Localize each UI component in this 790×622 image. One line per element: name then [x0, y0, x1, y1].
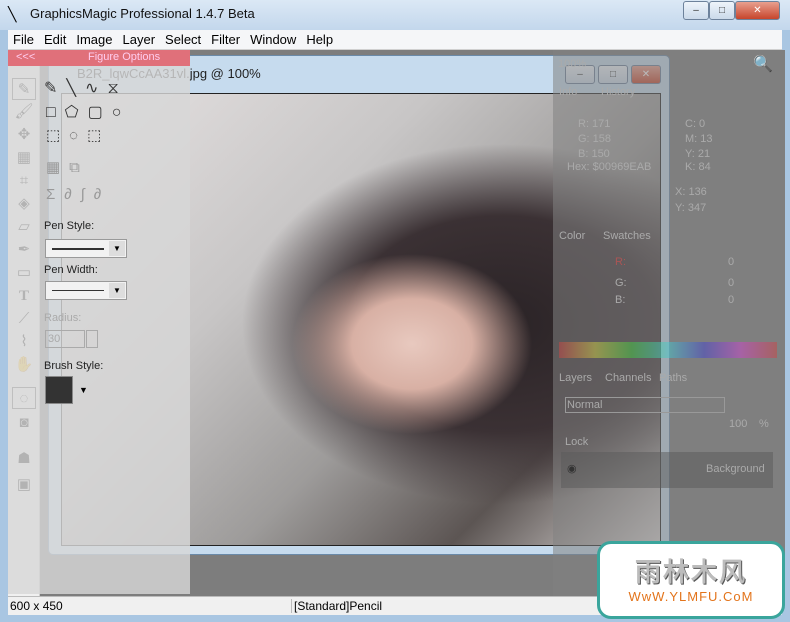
pen-style-label: Pen Style: — [44, 220, 95, 232]
figure-options-title: Figure Options — [88, 51, 161, 63]
zoom-icon[interactable]: 🔍 — [753, 54, 773, 74]
channel-b-label: B: — [615, 294, 626, 306]
blend-mode-select[interactable]: Normal — [565, 397, 725, 413]
pen-width-select[interactable]: ▼ — [45, 281, 127, 300]
lock-label: Lock — [565, 436, 589, 448]
right-panels: 100% 🔍 Info History R: 171 G: 158 B: 150… — [553, 50, 785, 596]
tab-swatches[interactable]: Swatches — [603, 230, 651, 242]
close-button[interactable]: ✕ — [735, 1, 780, 20]
maximize-button[interactable]: □ — [709, 1, 735, 20]
tab-color[interactable]: Color — [559, 230, 585, 242]
window-title: GraphicsMagic Professional 1.4.7 Beta — [30, 6, 255, 21]
channel-r-label: R: — [615, 256, 626, 268]
zoom-value[interactable]: 100% — [558, 58, 586, 70]
info-y: Y: 21 — [685, 148, 711, 160]
tab-info[interactable]: Info — [559, 86, 577, 98]
info-x: X: 136 — [675, 186, 707, 198]
radius-input[interactable]: 30 — [45, 330, 85, 348]
channel-b-value[interactable]: 0 — [728, 294, 734, 306]
watermark-logo: 雨林木风 WwW.YLMFU.CoM — [597, 541, 785, 619]
info-b: B: 150 — [578, 148, 610, 160]
layer-row-background[interactable]: ◉ Background — [561, 452, 773, 488]
info-m: M: 13 — [685, 133, 713, 145]
info-g: G: 158 — [578, 133, 612, 145]
menu-help[interactable]: Help — [301, 30, 338, 49]
pen-style-select[interactable]: ▼ — [45, 239, 127, 258]
tab-paths[interactable]: Paths — [659, 372, 687, 384]
radius-spinner[interactable] — [86, 330, 98, 348]
watermark-url: WwW.YLMFU.CoM — [628, 589, 754, 604]
info-hex: Hex: $00969EAB — [567, 161, 652, 173]
info-r: R: 171 — [578, 118, 611, 130]
figure-tools-row-2[interactable]: □⬠▢○ — [46, 102, 130, 122]
collapse-button[interactable]: <<< — [16, 51, 35, 63]
channel-r-value[interactable]: 0 — [728, 256, 734, 268]
status-image-size: 600 x 450 — [10, 599, 63, 613]
opacity-value[interactable]: 100 — [729, 418, 747, 430]
watermark-text: 雨林木风 — [634, 557, 747, 587]
info-c: C: 0 — [685, 118, 706, 130]
brush-style-swatch[interactable] — [45, 376, 73, 404]
menu-edit[interactable]: Edit — [39, 30, 71, 49]
figure-options-header: <<< Figure Options — [8, 50, 190, 66]
title-bar: ╲ GraphicsMagic Professional 1.4.7 Beta … — [0, 0, 790, 30]
app-icon: ╲ — [8, 6, 17, 22]
menu-window[interactable]: Window — [245, 30, 301, 49]
menu-file[interactable]: File — [8, 30, 39, 49]
status-tool: [Standard]Pencil — [291, 599, 382, 613]
channel-g-value[interactable]: 0 — [728, 277, 734, 289]
layer-name: Background — [706, 463, 765, 475]
menu-select[interactable]: Select — [160, 30, 206, 49]
menu-layer[interactable]: Layer — [118, 30, 161, 49]
minimize-button[interactable]: – — [683, 1, 709, 20]
brush-style-dropdown-icon[interactable]: ▼ — [79, 385, 88, 395]
menu-image[interactable]: Image — [71, 30, 117, 49]
figure-tools-row-1[interactable]: ✎╲∿⧖ — [44, 78, 128, 98]
opacity-percent: % — [759, 418, 769, 430]
figure-tools-row-4[interactable]: ▦⧉ — [46, 158, 89, 176]
visibility-eye-icon[interactable]: ◉ — [567, 462, 577, 475]
info-k: K: 84 — [685, 161, 711, 173]
channel-g-label: G: — [615, 277, 627, 289]
menu-filter[interactable]: Filter — [206, 30, 245, 49]
tab-layers[interactable]: Layers — [559, 372, 592, 384]
brush-style-label: Brush Style: — [44, 360, 104, 372]
figure-tools-row-3[interactable]: ⬚◌⬚ — [46, 126, 110, 144]
info-y-coord: Y: 347 — [675, 202, 707, 214]
tab-history[interactable]: History — [601, 86, 635, 98]
figure-tools-row-5[interactable]: Σ∂∫∂ — [46, 186, 110, 203]
menu-bar: File Edit Image Layer Select Filter Window Help — [8, 30, 782, 50]
pen-width-label: Pen Width: — [44, 264, 98, 276]
tab-channels[interactable]: Channels — [605, 372, 651, 384]
figure-options-panel: <<< Figure Options ✎╲∿⧖ □⬠▢○ ⬚◌⬚ ▦⧉ Σ∂∫∂… — [8, 50, 190, 594]
radius-label: Radius: — [44, 312, 82, 324]
color-spectrum[interactable] — [559, 342, 777, 358]
